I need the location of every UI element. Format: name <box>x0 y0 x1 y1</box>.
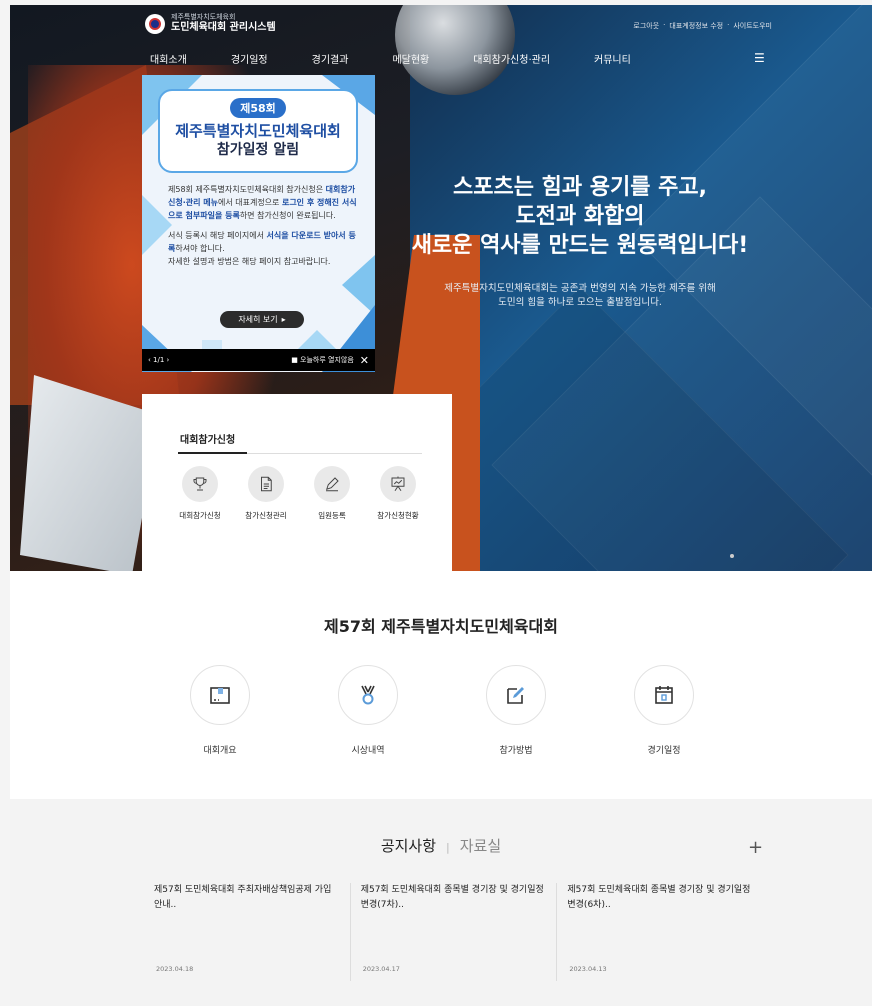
event-item-label: 경기일정 <box>647 746 681 756</box>
tab-notices[interactable]: 공지사항 <box>381 837 436 855</box>
more-plus-icon[interactable]: + <box>748 837 763 858</box>
hero-text: 스포츠는 힘과 용기를 주고, 도전과 화합의 새로운 역사를 만드는 원동력입… <box>390 173 770 310</box>
apply-item-label: 참가신청현황 <box>377 511 419 520</box>
presentation-icon <box>391 476 405 492</box>
nav-item-apply[interactable]: 대회참가신청·관리 <box>473 51 550 66</box>
hero-description-line: 제주특별자치도민체육대회는 공존과 번영의 지속 가능한 제주를 위해 <box>444 283 716 294</box>
apply-item-label: 참가신청관리 <box>245 511 287 520</box>
hero-slogan-line: 도전과 화합의 <box>515 204 645 229</box>
emblem-icon <box>145 13 165 34</box>
hero-slogan-line: 스포츠는 힘과 용기를 주고, <box>453 175 707 200</box>
edition-badge: 제58회 <box>230 98 286 118</box>
apply-item-manage[interactable]: 참가신청관리 <box>234 466 298 521</box>
folder-icon <box>210 687 230 704</box>
apply-menu-title: 대회참가신청 <box>178 431 248 454</box>
edit-icon <box>507 687 524 704</box>
apply-item-register[interactable]: 대회참가신청 <box>168 466 232 521</box>
notice-date: 2023.04.18 <box>156 965 194 973</box>
nav-item-community[interactable]: 커뮤니티 <box>594 51 631 66</box>
notice-item[interactable]: 제57회 도민체육대회 종목별 경기장 및 경기일정 변경(7차).. 2023… <box>361 883 558 981</box>
nav-item-intro[interactable]: 대회소개 <box>150 51 187 66</box>
tab-separator: | <box>446 841 450 854</box>
edit-account-link[interactable]: 대표계정정보 수정 <box>669 21 723 31</box>
dont-show-today-checkbox[interactable]: ■ 오늘하루 열지않음 <box>291 355 354 365</box>
popup-text: 하셔야 합니다. <box>175 244 225 253</box>
popup-heading-box: 제58회 제주특별자치도민체육대회 참가일정 알림 <box>158 89 358 173</box>
logo-org-name: 제주특별자치도체육회 <box>171 13 236 21</box>
event-overview-link[interactable]: 대회개요 <box>182 665 258 756</box>
event-item-label: 참가방법 <box>499 746 533 756</box>
play-arrow-icon: ▸ <box>281 315 286 324</box>
site-logo[interactable]: 제주특별자치도체육회 도민체육대회 관리시스템 <box>145 13 276 34</box>
page: 제주특별자치도체육회 도민체육대회 관리시스템 로그아웃 · 대표계정정보 수정… <box>10 5 872 1006</box>
hero-slogan-line: 새로운 역사를 만드는 원동력입니다! <box>411 233 749 258</box>
notice-tabs: 공지사항 | 자료실 <box>10 835 872 856</box>
popup-text: 하면 참가신청이 완료됩니다. <box>239 211 336 220</box>
notice-list: 제57회 도민체육대회 주최자배상책임공제 가입 안내.. 2023.04.18… <box>154 883 774 981</box>
notice-title: 제57회 도민체육대회 주최자배상책임공제 가입 안내.. <box>154 885 332 910</box>
apply-item-label: 대회참가신청 <box>179 511 221 520</box>
view-details-label: 자세히 보기 <box>238 315 278 324</box>
site-help-link[interactable]: 사이트도우미 <box>733 21 772 31</box>
notice-item[interactable]: 제57회 도민체육대회 종목별 경기장 및 경기일정 변경(6차).. 2023… <box>567 883 764 981</box>
notice-item[interactable]: 제57회 도민체육대회 주최자배상책임공제 가입 안내.. 2023.04.18 <box>154 883 351 981</box>
notice-section: 공지사항 | 자료실 + 제57회 도민체육대회 주최자배상책임공제 가입 안내..… <box>10 799 872 1006</box>
trophy-icon <box>193 477 207 491</box>
nav-item-schedule[interactable]: 경기일정 <box>231 51 268 66</box>
logout-link[interactable]: 로그아웃 <box>633 21 659 31</box>
event-item-label: 대회개요 <box>203 746 237 756</box>
util-separator: · <box>727 21 730 29</box>
hero-description-line: 도민의 힘을 하나로 모으는 출발점입니다. <box>498 297 662 308</box>
section-title: 제57회 제주특별자치도민체육대회 <box>324 617 558 636</box>
event-info-section: 제57회 제주특별자치도민체육대회 대회개요 시상내역 참가방법 경기일정 <box>10 571 872 799</box>
logo-site-name: 도민체육대회 관리시스템 <box>171 22 276 33</box>
slide-indicator[interactable] <box>730 554 734 558</box>
soccer-ball-image <box>395 5 515 95</box>
view-details-button[interactable]: 자세히 보기 ▸ <box>220 311 304 328</box>
notice-title: 제57회 도민체육대회 종목별 경기장 및 경기일정 변경(7차).. <box>360 885 544 910</box>
notice-date: 2023.04.13 <box>569 965 607 973</box>
nav-item-medals[interactable]: 메달현황 <box>392 51 429 66</box>
schedule-link[interactable]: 경기일정 <box>626 665 702 756</box>
calendar-icon <box>655 686 673 704</box>
popup-pager[interactable]: ‹ 1/1 › <box>148 356 169 364</box>
hamburger-menu-icon[interactable]: ☰ <box>754 51 765 65</box>
notice-title: 제57회 도민체육대회 종목별 경기장 및 경기일정 변경(6차).. <box>567 885 751 910</box>
nav-item-results[interactable]: 경기결과 <box>312 51 349 66</box>
utility-links: 로그아웃 · 대표계정정보 수정 · 사이트도우미 <box>633 21 772 31</box>
popup-body: 제58회 제주특별자치도민체육대회 참가신청은 대회참가신청·관리 메뉴에서 대… <box>168 183 358 275</box>
main-nav: 대회소개 경기일정 경기결과 메달현황 대회참가신청·관리 커뮤니티 <box>150 51 770 66</box>
popup-text: 에서 대표계정으로 <box>217 198 282 207</box>
tab-resources[interactable]: 자료실 <box>460 837 501 855</box>
document-icon <box>261 476 272 492</box>
popup-text: 서식 등록시 해당 페이지에서 <box>168 231 267 240</box>
popup-text: 제58회 제주특별자치도민체육대회 참가신청은 <box>168 185 326 194</box>
how-to-join-link[interactable]: 참가방법 <box>478 665 554 756</box>
apply-item-label: 임원등록 <box>318 511 346 520</box>
close-icon[interactable]: ✕ <box>360 354 369 367</box>
popup-text: 자세한 설명과 방법은 해당 페이지 참고바랍니다. <box>168 257 331 266</box>
popup-footer-bar: ‹ 1/1 › ■ 오늘하루 열지않음 ✕ <box>142 349 375 371</box>
apply-item-officials[interactable]: 임원등록 <box>300 466 364 521</box>
apply-item-status[interactable]: 참가신청현황 <box>366 466 430 521</box>
notice-date: 2023.04.17 <box>362 965 400 973</box>
popup-title: 제주특별자치도민체육대회 <box>175 122 341 140</box>
notice-popup: 제58회 제주특별자치도민체육대회 참가일정 알림 제58회 제주특별자치도민체… <box>142 75 375 372</box>
medal-icon <box>361 685 375 705</box>
pencil-icon <box>325 477 339 492</box>
awards-link[interactable]: 시상내역 <box>330 665 406 756</box>
util-separator: · <box>663 21 666 29</box>
popup-subtitle: 참가일정 알림 <box>216 142 300 158</box>
apply-quick-menu: 대회참가신청 대회참가신청 참가신청관리 임원등록 참가신청현황 <box>142 394 452 571</box>
hero-banner: 제주특별자치도체육회 도민체육대회 관리시스템 로그아웃 · 대표계정정보 수정… <box>10 5 872 571</box>
event-item-label: 시상내역 <box>351 746 385 756</box>
